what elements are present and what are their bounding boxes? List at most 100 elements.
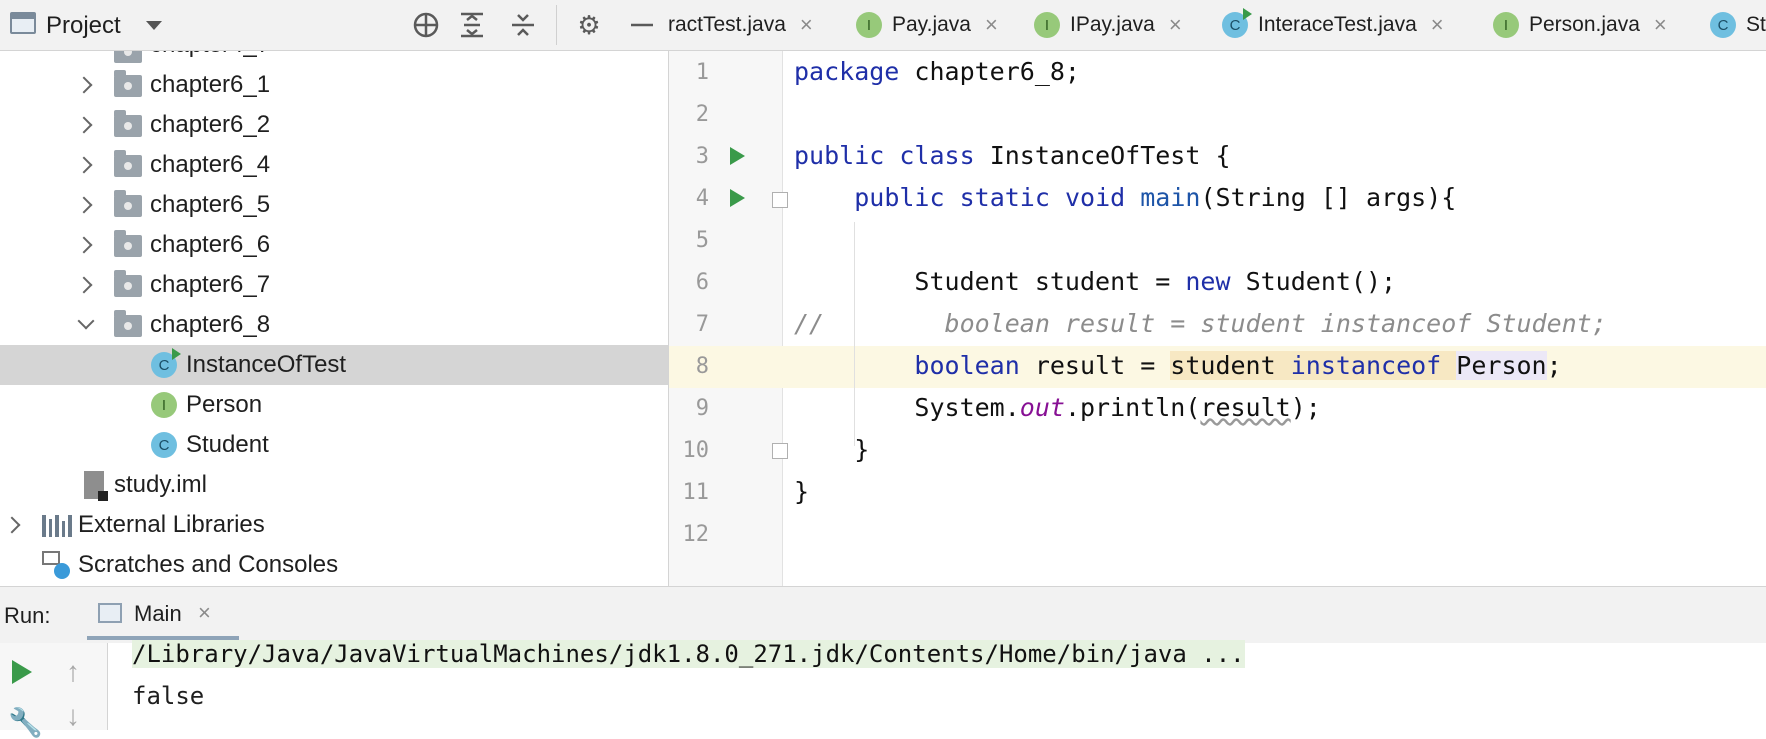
tree-item-label: Person xyxy=(186,391,263,418)
keyword: static xyxy=(959,183,1050,212)
tab-abstract-test[interactable]: ractTest.java × xyxy=(668,0,813,50)
chevron-down-icon[interactable] xyxy=(146,21,162,30)
project-tree: chapter4_7 chapter6_1 chapter6_2 chapter… xyxy=(0,51,669,586)
runnable-class-icon: C xyxy=(151,348,181,378)
close-icon[interactable]: × xyxy=(985,12,998,38)
tree-item-chapter6-4[interactable]: chapter6_4 xyxy=(0,145,668,185)
keyword: public xyxy=(854,183,945,212)
tree-item-chapter6-8[interactable]: chapter6_8 xyxy=(0,305,668,345)
run-panel-header xyxy=(0,586,1766,644)
up-arrow-icon[interactable]: ↑ xyxy=(66,656,80,688)
chevron-right-icon[interactable] xyxy=(75,156,93,174)
line-number: 2 xyxy=(695,102,709,127)
code-line-4: public static void main(String [] args){ xyxy=(794,183,1456,212)
wrench-icon[interactable]: 🔧 xyxy=(8,706,43,739)
code-text: Student student = xyxy=(914,267,1186,296)
folder-icon xyxy=(114,150,142,177)
code-line-10: } xyxy=(794,435,869,464)
code-text: ); xyxy=(1290,393,1321,422)
code-line-11: } xyxy=(794,477,809,506)
tree-item-student[interactable]: C Student xyxy=(0,425,668,465)
tree-item-person[interactable]: I Person xyxy=(0,385,668,425)
tree-item-chapter6-5[interactable]: chapter6_5 xyxy=(0,185,668,225)
folder-open-icon xyxy=(114,310,142,337)
chevron-right-icon[interactable] xyxy=(75,236,93,254)
keyword: new xyxy=(1185,267,1231,296)
class-icon: C xyxy=(1710,12,1736,38)
code-line-6: Student student = new Student(); xyxy=(794,267,1396,296)
chevron-right-icon[interactable] xyxy=(3,516,21,534)
tree-item-chapter6-6[interactable]: chapter6_6 xyxy=(0,225,668,265)
keyword: void xyxy=(1064,183,1126,212)
folder-icon xyxy=(114,230,142,257)
tree-item-study-iml[interactable]: study.iml xyxy=(0,465,668,505)
chevron-right-icon[interactable] xyxy=(75,76,93,94)
run-class-gutter-icon[interactable] xyxy=(730,147,745,165)
tree-item-chapter6-2[interactable]: chapter6_2 xyxy=(0,105,668,145)
folder-icon xyxy=(114,70,142,97)
scratches-icon xyxy=(42,551,70,579)
tree-item-chapter6-7[interactable]: chapter6_7 xyxy=(0,265,668,305)
settings-button[interactable]: ⚙ xyxy=(574,10,604,40)
keyword: boolean xyxy=(914,351,1020,380)
tree-item-instanceoftest[interactable]: C InstanceOfTest xyxy=(0,345,668,385)
down-arrow-icon[interactable]: ↓ xyxy=(66,700,80,732)
line-number: 7 xyxy=(695,312,709,337)
tree-item-external-libraries[interactable]: External Libraries xyxy=(0,505,668,545)
chevron-right-icon[interactable] xyxy=(75,196,93,214)
interface-icon: I xyxy=(1034,12,1060,38)
console-result-line: false xyxy=(132,682,205,710)
code-line-3: public class InstanceOfTest { xyxy=(794,141,1231,170)
close-icon[interactable]: × xyxy=(1169,12,1182,38)
tab-student[interactable]: C St xyxy=(1710,0,1766,50)
chevron-right-icon[interactable] xyxy=(75,116,93,134)
method-name: main xyxy=(1140,183,1201,212)
variable: result xyxy=(1200,393,1291,422)
tab-label: St xyxy=(1746,13,1766,36)
close-icon[interactable]: × xyxy=(198,600,211,626)
tab-pay[interactable]: I Pay.java × xyxy=(856,0,998,50)
line-number: 4 xyxy=(695,186,709,211)
fold-marker-icon[interactable] xyxy=(772,443,788,459)
console-command-line: /Library/Java/JavaVirtualMachines/jdk1.8… xyxy=(132,640,1245,668)
line-number: 9 xyxy=(695,396,709,421)
type-highlight: Person xyxy=(1456,351,1547,380)
tab-label: ractTest.java xyxy=(668,13,786,36)
tab-ipay[interactable]: I IPay.java × xyxy=(1034,0,1182,50)
project-view-selector[interactable]: Project xyxy=(46,12,121,40)
close-icon[interactable]: × xyxy=(1431,12,1444,38)
tree-item-scratches[interactable]: Scratches and Consoles xyxy=(0,545,668,585)
expand-all-button[interactable] xyxy=(457,10,487,40)
project-panel-header: Project ⚙ xyxy=(0,0,668,50)
line-number: 6 xyxy=(695,270,709,295)
keyword: class xyxy=(899,141,975,170)
collapse-all-button[interactable] xyxy=(508,10,538,40)
tree-item-label: chapter6_4 xyxy=(150,151,271,178)
rerun-button[interactable] xyxy=(12,660,32,684)
hide-panel-button[interactable] xyxy=(627,10,657,40)
project-window-icon xyxy=(10,12,36,34)
code-line-7: // boolean result = student instanceof S… xyxy=(794,309,1607,338)
tree-item-label: chapter6_1 xyxy=(150,71,271,98)
run-main-gutter-icon[interactable] xyxy=(730,189,745,207)
tree-item-chapter6-1[interactable]: chapter6_1 xyxy=(0,65,668,105)
close-icon[interactable]: × xyxy=(1654,12,1667,38)
line-number: 11 xyxy=(682,480,710,505)
gear-icon: ⚙ xyxy=(577,9,601,40)
interface-icon: I xyxy=(856,12,882,38)
fold-marker-icon[interactable] xyxy=(772,192,788,208)
tree-item-label: chapter6_7 xyxy=(150,271,271,298)
tree-item-label: Scratches and Consoles xyxy=(78,551,339,578)
run-tab-label: Main xyxy=(134,601,182,626)
tree-item-label: study.iml xyxy=(114,471,207,498)
keyword: public xyxy=(794,141,885,170)
locate-file-button[interactable] xyxy=(411,10,441,40)
chevron-right-icon[interactable] xyxy=(75,276,93,294)
chevron-down-icon[interactable] xyxy=(77,312,95,330)
tab-person[interactable]: I Person.java × xyxy=(1493,0,1667,50)
tab-interace-test[interactable]: C InteraceTest.java × xyxy=(1222,0,1444,50)
close-icon[interactable]: × xyxy=(800,12,813,38)
tree-item-label: Student xyxy=(186,431,269,458)
tree-item-label: chapter4_7 xyxy=(150,51,270,59)
line-number: 1 xyxy=(695,60,709,85)
